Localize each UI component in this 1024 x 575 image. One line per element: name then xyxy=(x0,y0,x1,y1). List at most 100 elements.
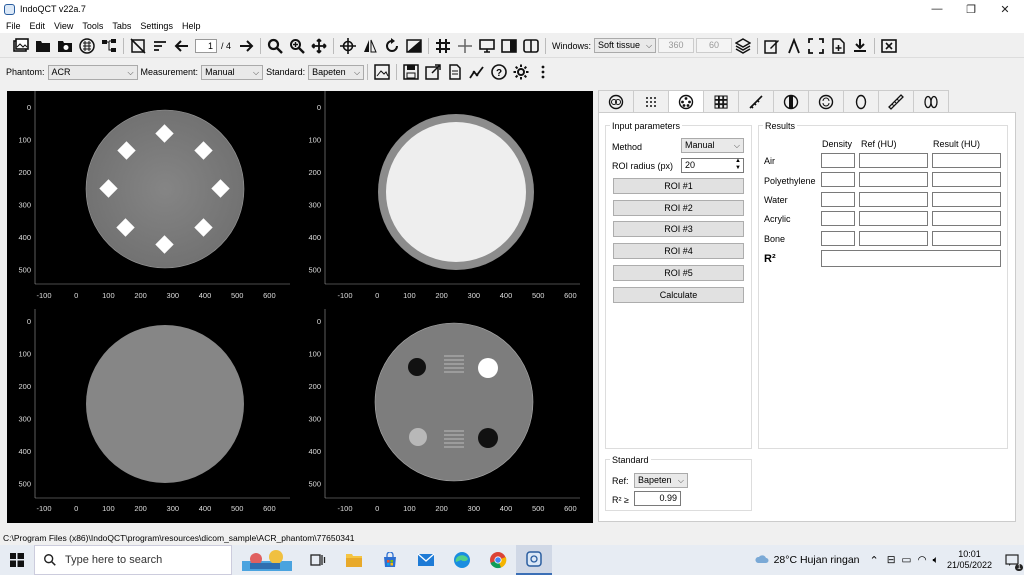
density-field[interactable] xyxy=(821,192,855,207)
roi-5-button[interactable]: ROI #5 xyxy=(613,265,744,281)
meet-now-icon[interactable]: ⊟ xyxy=(887,554,896,566)
task-view-icon[interactable] xyxy=(300,545,336,575)
image-icon[interactable] xyxy=(371,62,393,82)
windows-start-icon[interactable] xyxy=(0,545,34,575)
export-icon[interactable] xyxy=(422,62,444,82)
monitor-icon[interactable] xyxy=(476,36,498,56)
window-level-icon[interactable] xyxy=(403,36,425,56)
window-width-input[interactable]: 360 xyxy=(658,38,695,53)
ct-slice-bottom-right[interactable] xyxy=(324,309,580,499)
ref-hu-field[interactable] xyxy=(859,211,928,226)
tab-noise[interactable] xyxy=(633,90,669,112)
zoom-icon[interactable] xyxy=(264,36,286,56)
split-view-icon[interactable] xyxy=(520,36,542,56)
layers-icon[interactable] xyxy=(732,36,754,56)
open-images-icon[interactable] xyxy=(10,36,32,56)
ref-hu-field[interactable] xyxy=(859,153,928,168)
ref-select[interactable]: Bapeten ⌵ xyxy=(634,473,688,488)
tree-view-icon[interactable] xyxy=(98,36,120,56)
phantom-select[interactable]: ACR ⌵ xyxy=(47,64,138,80)
crosshair-icon[interactable] xyxy=(337,36,359,56)
image-viewer[interactable]: 0 100 200 300 400 500 -100 0 100 200 300 400 500 600 0… xyxy=(7,91,593,523)
ref-hu-field[interactable] xyxy=(859,192,928,207)
help-icon[interactable]: ? xyxy=(488,62,510,82)
tab-resolution[interactable] xyxy=(703,90,739,112)
dicom-info-icon[interactable] xyxy=(76,36,98,56)
tab-linearity[interactable] xyxy=(668,90,704,113)
tab-rotation[interactable] xyxy=(808,90,844,112)
save-icon[interactable] xyxy=(400,62,422,82)
download-icon[interactable] xyxy=(849,36,871,56)
menu-help[interactable]: Help xyxy=(182,21,201,31)
density-field[interactable] xyxy=(821,172,855,187)
panel-right-icon[interactable] xyxy=(498,36,520,56)
standard-select[interactable]: Bapeten ⌵ xyxy=(308,64,365,80)
file-explorer-icon[interactable] xyxy=(336,545,372,575)
no-image-icon[interactable] xyxy=(127,36,149,56)
sort-icon[interactable] xyxy=(149,36,171,56)
battery-icon[interactable]: ▭ xyxy=(902,554,912,566)
tab-ct-number[interactable] xyxy=(598,90,634,112)
roi-4-button[interactable]: ROI #4 xyxy=(613,243,744,259)
taskbar-search-box[interactable]: Type here to search xyxy=(34,545,232,575)
edit-icon[interactable] xyxy=(761,36,783,56)
next-arrow-icon[interactable] xyxy=(235,36,257,56)
close-button[interactable]: ✕ xyxy=(988,0,1022,18)
page-number-input[interactable]: 1 xyxy=(195,38,217,53)
open-folder-icon[interactable] xyxy=(32,36,54,56)
tab-ellipse[interactable] xyxy=(843,90,879,112)
window-level-input[interactable]: 60 xyxy=(696,38,733,53)
flip-icon[interactable] xyxy=(359,36,381,56)
indoqct-taskbar-icon[interactable] xyxy=(516,545,552,575)
weather-text[interactable]: 28°C Hujan ringan xyxy=(774,554,860,566)
menu-file[interactable]: File xyxy=(6,21,21,31)
menu-view[interactable]: View xyxy=(54,21,73,31)
method-select[interactable]: Manual ⌵ xyxy=(681,138,744,153)
ref-hu-field[interactable] xyxy=(859,172,928,187)
ct-images-canvas[interactable]: 0 100 200 300 400 500 -100 0 100 200 300 400 500 600 0… xyxy=(7,91,593,523)
chrome-browser-icon[interactable] xyxy=(480,545,516,575)
close-box-icon[interactable] xyxy=(878,36,900,56)
ct-slice-top-left[interactable] xyxy=(34,91,290,285)
roi-3-button[interactable]: ROI #3 xyxy=(613,221,744,237)
previous-arrow-icon[interactable] xyxy=(171,36,193,56)
ct-slice-bottom-left[interactable] xyxy=(34,309,290,499)
menu-settings[interactable]: Settings xyxy=(140,21,173,31)
tab-slice-thickness[interactable] xyxy=(738,90,774,112)
r-squared-field[interactable] xyxy=(821,250,1001,267)
cross-lines-icon[interactable] xyxy=(454,36,476,56)
chevron-up-icon[interactable]: ⌃ xyxy=(870,554,879,567)
rotate-icon[interactable] xyxy=(381,36,403,56)
fullscreen-icon[interactable] xyxy=(805,36,827,56)
calculate-button[interactable]: Calculate xyxy=(613,287,744,303)
volume-icon[interactable]: 🔈︎ xyxy=(933,554,939,567)
more-options-icon[interactable] xyxy=(532,62,554,82)
tab-uniformity[interactable] xyxy=(773,90,809,112)
grid-icon[interactable] xyxy=(432,36,454,56)
ref-hu-field[interactable] xyxy=(859,231,928,246)
result-hu-field[interactable] xyxy=(932,153,1001,168)
result-hu-field[interactable] xyxy=(932,211,1001,226)
roi-radius-spinbox[interactable]: 20 ▲ ▼ xyxy=(681,158,744,173)
wifi-icon[interactable]: ◠ xyxy=(917,554,926,566)
menu-tabs[interactable]: Tabs xyxy=(112,21,131,31)
clock[interactable]: 10:01 21/05/2022 xyxy=(947,549,992,571)
result-hu-field[interactable] xyxy=(932,172,1001,187)
result-hu-field[interactable] xyxy=(932,192,1001,207)
density-field[interactable] xyxy=(821,211,855,226)
r2-threshold-input[interactable]: 0.99 xyxy=(634,491,681,506)
add-file-icon[interactable] xyxy=(827,36,849,56)
minimize-button[interactable]: — xyxy=(920,0,954,18)
windows-preset-select[interactable]: Soft tissue ⌵ xyxy=(594,38,657,53)
density-field[interactable] xyxy=(821,153,855,168)
document-icon[interactable] xyxy=(444,62,466,82)
measurement-select[interactable]: Manual ⌵ xyxy=(201,64,264,80)
settings-gear-icon[interactable] xyxy=(510,62,532,82)
spinner-arrows-icon[interactable]: ▲ ▼ xyxy=(735,158,741,172)
notification-icon[interactable]: 1 xyxy=(1000,545,1024,575)
tab-compare[interactable] xyxy=(913,90,949,112)
maximize-button[interactable]: ❐ xyxy=(954,0,988,18)
search-folder-icon[interactable] xyxy=(54,36,76,56)
mail-icon[interactable] xyxy=(408,545,444,575)
store-icon[interactable] xyxy=(372,545,408,575)
